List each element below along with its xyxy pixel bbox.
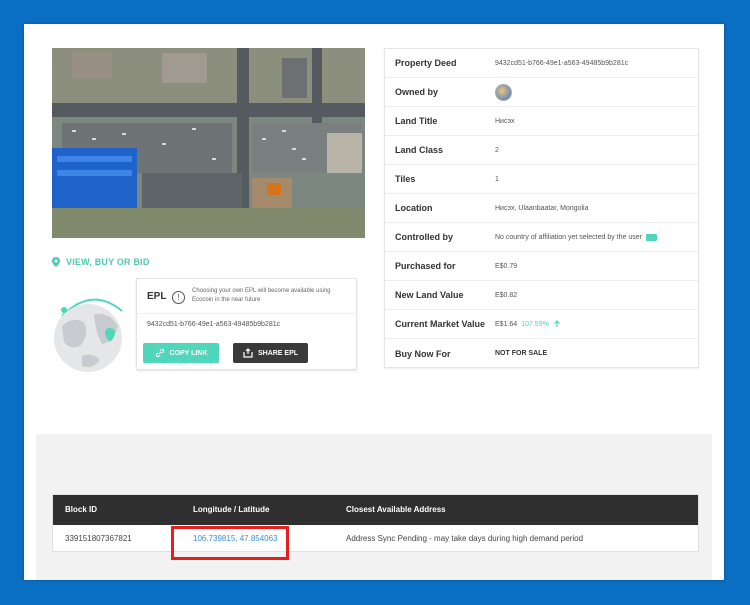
property-row-class: Land Class 2 <box>385 136 698 165</box>
tiles-table: Block ID Longitude / Latitude Closest Av… <box>52 494 699 552</box>
property-row-controlled: Controlled by No country of affiliation … <box>385 223 698 252</box>
property-value: 9432cd51-b766-49e1-a563-49485b9b281c <box>495 59 629 67</box>
property-row-buy-now: Buy Now For NOT FOR SALE <box>385 339 698 368</box>
flag-badge <box>645 233 657 241</box>
avatar[interactable] <box>495 83 512 101</box>
property-value: Нисэх, Ulaanbaatar, Mongolia <box>495 204 589 212</box>
property-value: Нисэх <box>495 117 515 125</box>
property-value: NOT FOR SALE <box>495 350 548 357</box>
property-value: 2 <box>495 146 499 154</box>
property-row-deed: Property Deed 9432cd51-b766-49e1-a563-49… <box>385 49 698 78</box>
header-coords: Longitude / Latitude <box>193 505 270 514</box>
highlight-box <box>171 526 289 560</box>
epl-description: Choosing your own EPL will become availa… <box>192 288 331 303</box>
epl-title: EPL <box>147 291 167 302</box>
view-buy-bid-link[interactable]: VIEW, BUY OR BID <box>52 257 150 267</box>
property-value: E$0.79 <box>495 262 518 270</box>
table-row: 339151807367821 106.739815, 47.854063 Ad… <box>53 525 698 553</box>
property-key: Controlled by <box>395 232 453 242</box>
arrow-up-icon <box>553 320 560 327</box>
property-key: New Land Value <box>395 290 464 300</box>
property-key: Owned by <box>395 87 439 97</box>
property-key: Property Deed <box>395 58 457 68</box>
cell-address: Address Sync Pending - may take days dur… <box>346 534 584 543</box>
property-value: 1 <box>495 175 499 183</box>
link-icon <box>155 348 164 358</box>
property-key: Land Title <box>395 116 438 126</box>
property-key: Current Market Value <box>395 319 486 329</box>
header-block-id: Block ID <box>65 505 98 514</box>
property-details-panel: Property Deed 9432cd51-b766-49e1-a563-49… <box>384 48 699 368</box>
property-row-tiles: Tiles 1 <box>385 165 698 194</box>
property-key: Tiles <box>395 174 416 184</box>
header-address: Closest Available Address <box>346 505 446 514</box>
view-buy-bid-label: VIEW, BUY OR BID <box>66 257 150 267</box>
copy-link-label: COPY LINK <box>169 349 208 357</box>
property-value: E$1.64 <box>495 320 518 328</box>
copy-link-button[interactable]: COPY LINK <box>143 343 219 363</box>
property-row-purchased: Purchased for E$0.79 <box>385 252 698 281</box>
property-key: Location <box>395 203 433 213</box>
globe-icon <box>52 286 130 376</box>
main-panel: VIEW, BUY OR BID EPL ! Choosing your own… <box>24 24 724 580</box>
share-epl-button[interactable]: SHARE EPL <box>233 343 308 363</box>
share-icon <box>243 348 253 358</box>
property-row-owner: Owned by <box>385 78 698 107</box>
epl-card: EPL ! Choosing your own EPL will become … <box>136 278 357 370</box>
epl-hash: 9432cd51-b766-49e1-a563-49485b9b281c <box>147 321 281 328</box>
map-pin-icon <box>52 257 60 267</box>
property-key: Buy Now For <box>395 348 451 359</box>
share-epl-label: SHARE EPL <box>257 349 299 357</box>
property-value: E$0.82 <box>495 291 518 299</box>
aerial-map-image <box>52 48 365 238</box>
property-row-market-value: Current Market Value E$1.64 107.59% <box>385 310 698 339</box>
percent-change: 107.59% <box>521 320 549 328</box>
property-key: Land Class <box>395 145 444 155</box>
property-key: Purchased for <box>395 261 456 271</box>
cell-block-id: 339151807367821 <box>65 534 132 543</box>
property-value: No country of affiliation yet selected b… <box>495 233 642 241</box>
property-row-title: Land Title Нисэх <box>385 107 698 136</box>
table-header: Block ID Longitude / Latitude Closest Av… <box>53 495 698 525</box>
divider <box>137 313 356 314</box>
info-icon[interactable]: ! <box>172 291 185 304</box>
property-row-location: Location Нисэх, Ulaanbaatar, Mongolia <box>385 194 698 223</box>
property-row-new-value: New Land Value E$0.82 <box>385 281 698 310</box>
